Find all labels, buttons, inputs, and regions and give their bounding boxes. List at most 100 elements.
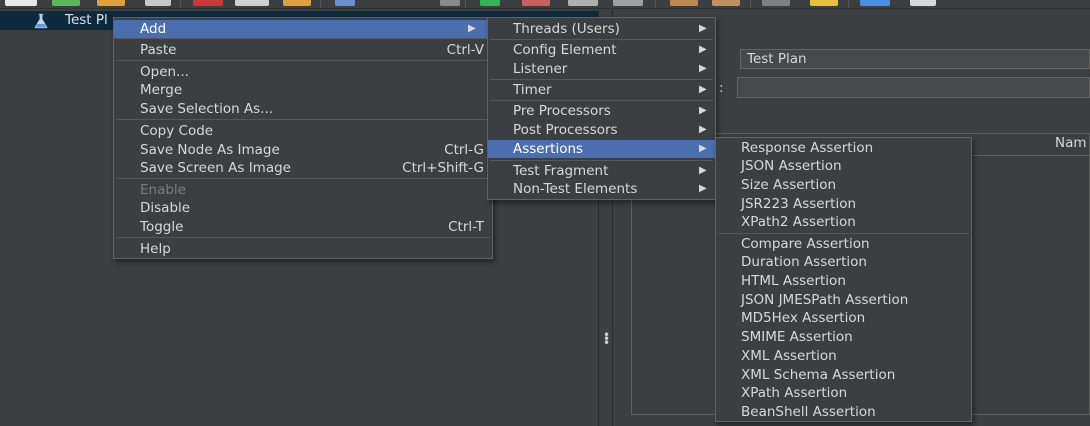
menu-item-label: HTML Assertion [741,273,846,289]
paste-icon[interactable] [283,0,311,6]
menu-item-label: Threads (Users) [513,21,620,37]
menu-item-post-processors[interactable]: Post Processors ▶ [488,121,715,139]
menu-item-test-fragment[interactable]: Test Fragment ▶ [488,162,715,180]
search-icon[interactable] [762,0,790,6]
submenu-arrow-icon: ▶ [699,84,707,95]
toolbar-separator [465,0,466,8]
function-helper-icon[interactable] [860,0,890,6]
submenu-arrow-icon: ▶ [699,124,707,135]
templates-icon[interactable] [52,0,80,6]
menu-item-assertions[interactable]: Assertions ▶ [488,140,715,158]
menu-separator [490,79,713,80]
menu-item-label: XPath2 Assertion [741,214,856,230]
menu-separator [490,39,713,40]
comments-label: : [719,80,724,96]
column-header-name[interactable]: Nam [1055,135,1087,151]
menu-item-add[interactable]: Add ▶ [114,20,492,38]
expand-icon[interactable] [335,0,355,6]
menu-separator [116,60,490,61]
submenu-arrow-icon: ▶ [468,23,476,34]
menu-item-label: JSON JMESPath Assertion [741,292,909,308]
menu-item-pre-processors[interactable]: Pre Processors ▶ [488,102,715,120]
menu-item-label: Copy Code [140,123,214,139]
menu-item-label: Paste [140,42,177,58]
menu-item-label: XML Schema Assertion [741,367,896,383]
menu-item-xpath-assertion[interactable]: XPath Assertion [716,384,971,402]
menu-item-threads-users[interactable]: Threads (Users) ▶ [488,20,715,38]
comments-field[interactable] [737,77,1090,98]
menu-item-label: Response Assertion [741,140,874,156]
toolbar [0,0,1090,9]
menu-item-label: Save Node As Image [140,142,280,158]
reset-search-icon[interactable] [810,0,838,6]
menu-item-label: Size Assertion [741,177,837,193]
toolbar-separator [750,0,751,8]
menu-item-compare-assertion[interactable]: Compare Assertion [716,235,971,253]
menu-item-size-assertion[interactable]: Size Assertion [716,176,971,194]
menu-item-label: JSR223 Assertion [741,196,857,212]
start-icon[interactable] [480,0,500,6]
save-icon[interactable] [145,0,171,6]
clear-all-icon[interactable] [712,0,740,6]
menu-item-open[interactable]: Open... [114,63,492,81]
toolbar-separator [180,0,181,8]
menu-item-beanshell-assertion[interactable]: BeanShell Assertion [716,403,971,421]
help-icon[interactable] [910,0,936,6]
assertions-submenu: Response Assertion JSON Assertion Size A… [715,137,972,422]
menu-item-smime-assertion[interactable]: SMIME Assertion [716,328,971,346]
menu-item-json-assertion[interactable]: JSON Assertion [716,157,971,175]
menu-item-md5hex-assertion[interactable]: MD5Hex Assertion [716,309,971,327]
menu-item-config-element[interactable]: Config Element ▶ [488,41,715,59]
menu-item-shortcut: Ctrl-T [448,219,484,235]
menu-item-html-assertion[interactable]: HTML Assertion [716,272,971,290]
toolbar-separator [320,0,321,8]
menu-item-label: MD5Hex Assertion [741,310,866,326]
menu-item-paste[interactable]: Paste Ctrl-V [114,41,492,59]
menu-item-save-selection-as[interactable]: Save Selection As... [114,100,492,118]
menu-item-merge[interactable]: Merge [114,81,492,99]
context-menu: Add ▶ Paste Ctrl-V Open... Merge Save Se… [113,17,493,259]
menu-item-non-test-elements[interactable]: Non-Test Elements ▶ [488,180,715,198]
menu-item-xpath2-assertion[interactable]: XPath2 Assertion [716,213,971,231]
toggle-icon[interactable] [440,0,460,6]
menu-item-duration-assertion[interactable]: Duration Assertion [716,253,971,271]
shutdown-icon[interactable] [613,0,643,6]
add-submenu: Threads (Users) ▶ Config Element ▶ Liste… [487,17,716,200]
menu-item-timer[interactable]: Timer ▶ [488,81,715,99]
submenu-arrow-icon: ▶ [699,165,707,176]
menu-item-label: Non-Test Elements [513,181,638,197]
menu-item-listener[interactable]: Listener ▶ [488,60,715,78]
stop-icon[interactable] [568,0,598,6]
menu-item-label: Open... [140,64,189,80]
menu-item-response-assertion[interactable]: Response Assertion [716,139,971,157]
start-no-pauses-icon[interactable] [522,0,550,6]
menu-item-label: Duration Assertion [741,254,867,270]
menu-item-label: Post Processors [513,122,618,138]
menu-item-label: XPath Assertion [741,385,848,401]
menu-item-json-jmespath-assertion[interactable]: JSON JMESPath Assertion [716,291,971,309]
menu-item-label: Pre Processors [513,103,611,119]
menu-item-label: Assertions [513,141,584,157]
menu-separator [490,160,713,161]
menu-item-copy-code[interactable]: Copy Code [114,122,492,140]
menu-separator [116,178,490,179]
submenu-arrow-icon: ▶ [699,143,707,154]
menu-item-xml-assertion[interactable]: XML Assertion [716,347,971,365]
menu-separator [718,233,969,234]
clear-icon[interactable] [670,0,698,6]
menu-item-disable[interactable]: Disable [114,199,492,217]
cut-icon[interactable] [193,0,223,6]
menu-item-jsr223-assertion[interactable]: JSR223 Assertion [716,195,971,213]
name-field[interactable]: Test Plan [740,49,1090,69]
menu-item-help[interactable]: Help [114,240,492,258]
menu-item-save-screen-as-image[interactable]: Save Screen As Image Ctrl+Shift-G [114,159,492,177]
menu-item-save-node-as-image[interactable]: Save Node As Image Ctrl-G [114,141,492,159]
tree-node-label: Test Pl [65,12,108,28]
menu-item-toggle[interactable]: Toggle Ctrl-T [114,218,492,236]
open-icon[interactable] [97,0,125,6]
menu-item-xml-schema-assertion[interactable]: XML Schema Assertion [716,366,971,384]
copy-icon[interactable] [235,0,269,6]
menu-item-label: SMIME Assertion [741,329,853,345]
menu-item-label: Config Element [513,42,617,58]
new-icon[interactable] [5,0,37,6]
